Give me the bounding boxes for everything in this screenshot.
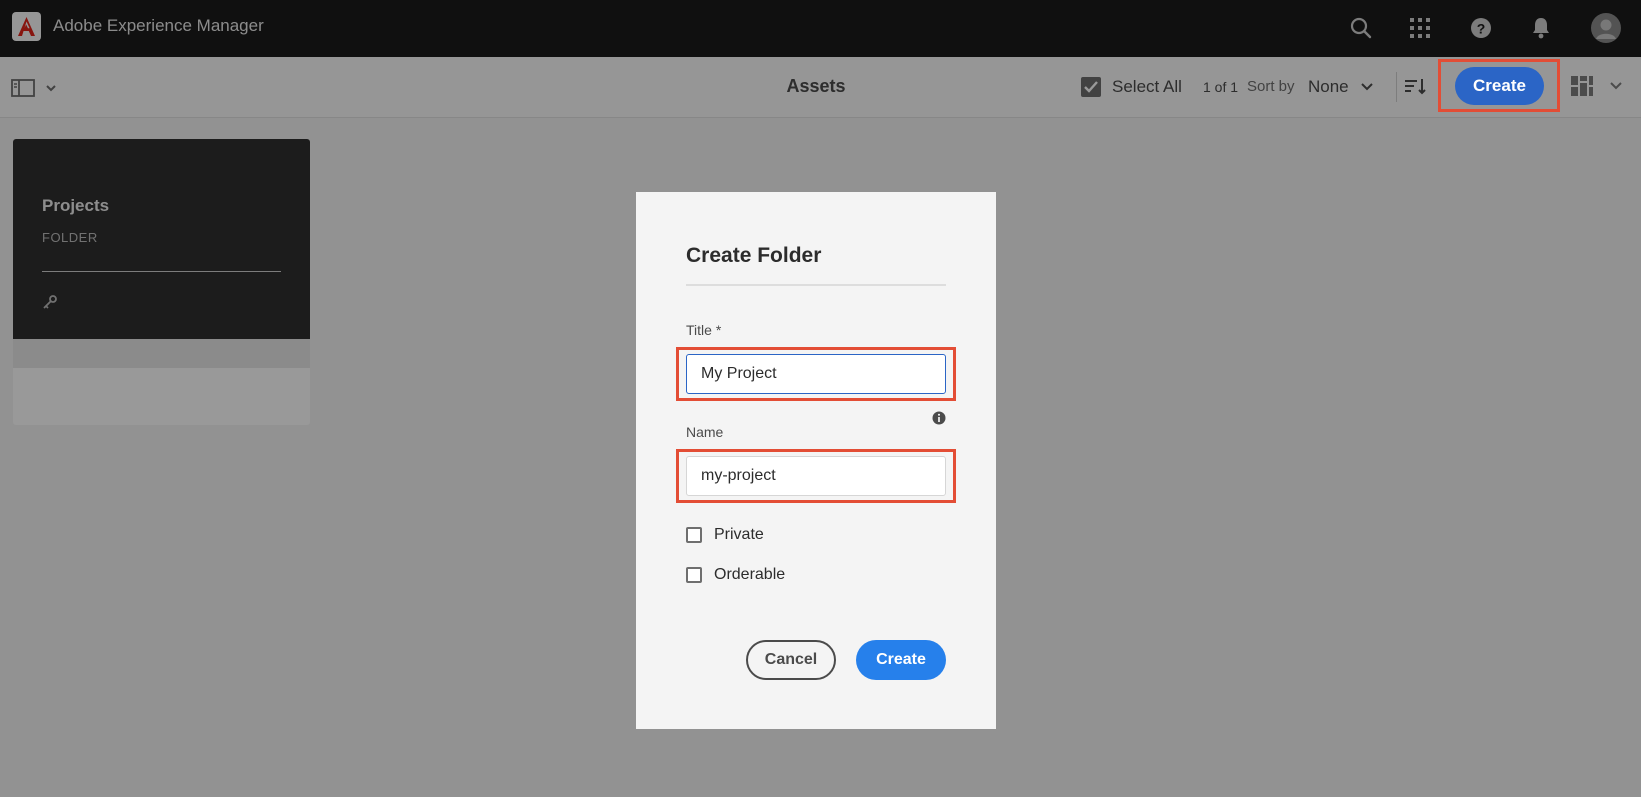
name-field[interactable] <box>686 456 946 496</box>
create-folder-dialog: Create Folder Title * Name Private Order… <box>636 192 996 729</box>
dialog-divider <box>686 284 946 286</box>
title-field-label: Title * <box>686 322 722 338</box>
cancel-button[interactable]: Cancel <box>746 640 836 680</box>
private-checkbox-row[interactable]: Private <box>686 526 764 544</box>
orderable-checkbox[interactable] <box>686 567 702 583</box>
info-icon[interactable] <box>932 411 946 425</box>
private-label: Private <box>714 526 764 543</box>
private-checkbox[interactable] <box>686 527 702 543</box>
title-field[interactable] <box>686 354 946 394</box>
dialog-create-button[interactable]: Create <box>856 640 946 680</box>
highlight-box <box>1438 59 1560 112</box>
orderable-checkbox-row[interactable]: Orderable <box>686 566 785 584</box>
orderable-label: Orderable <box>714 566 786 583</box>
dialog-title: Create Folder <box>686 244 822 267</box>
name-field-label: Name <box>686 424 724 440</box>
view-switcher[interactable] <box>1571 74 1633 98</box>
